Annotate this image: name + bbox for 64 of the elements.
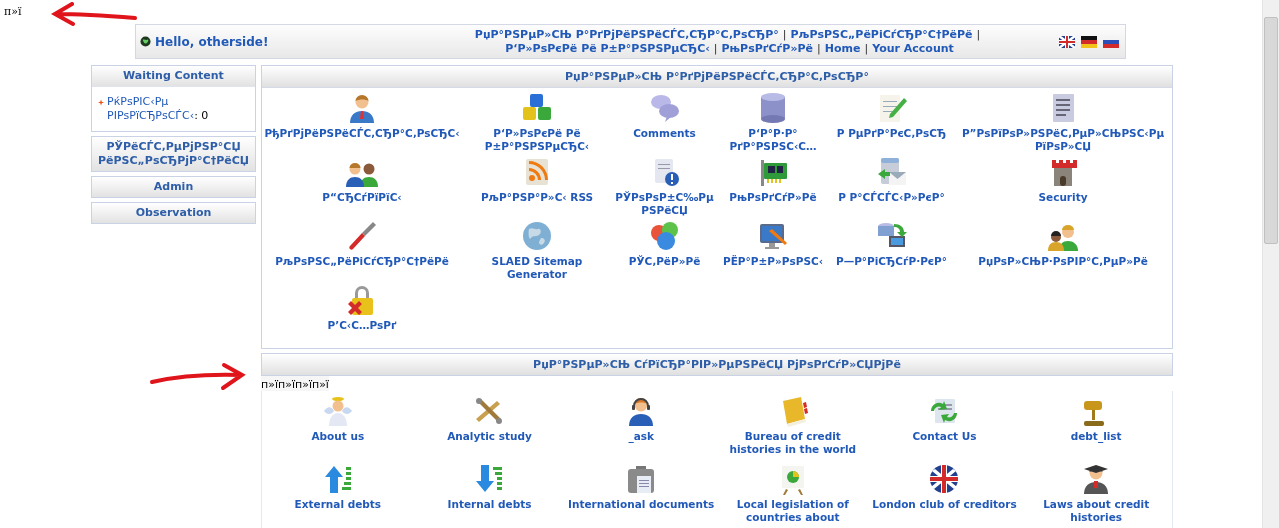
admin-link[interactable]: РњРѕРґСѓР»Рё — [717, 156, 829, 220]
stray-text: п»ї — [3, 4, 22, 20]
admin-link[interactable]: РљРѕРЅС„РёРіСѓСЂР°С†РёРё — [262, 220, 462, 284]
flag-icon[interactable] — [1059, 35, 1075, 48]
admin-link[interactable]: РџРѕР»СЊР·РѕРІР°С‚РµР»Рё — [954, 220, 1172, 284]
block-title: Observation — [92, 203, 255, 223]
speech-bubbles-icon — [648, 92, 681, 124]
block-title: Admin — [92, 177, 255, 197]
admin-link[interactable]: Р‘Р»РѕРєРё Рё Р±Р°РЅРЅРµСЂС‹ — [462, 92, 612, 156]
admin-link[interactable]: Р‘Р°Р·Р° РґР°РЅРЅС‹С… — [717, 92, 829, 156]
admin-link[interactable]: Р”РѕРїРѕР»РЅРёС‚РµР»СЊРЅС‹Рµ РїРѕР»СЏ — [954, 92, 1172, 156]
admin-link[interactable]: Comments — [612, 92, 717, 156]
block-title: РЎРёСЃС‚РµРјРЅР°СЏ РёРЅС„РѕСЂРјР°С†РёСЏ — [92, 137, 255, 171]
separator: | — [817, 41, 821, 55]
screwdriver-icon — [346, 220, 378, 252]
module-link[interactable]: debt_list — [1020, 395, 1172, 463]
scrollbar[interactable] — [1262, 0, 1279, 528]
nav-link[interactable]: Home — [824, 41, 861, 55]
greeting-text: Hello, otherside! — [155, 34, 269, 49]
admin-link[interactable]: РЎС‚РёР»Рё — [612, 220, 717, 284]
separator: | — [976, 27, 981, 41]
separator: | — [713, 41, 718, 55]
nav-link[interactable]: Your Account — [872, 41, 954, 55]
admin-link[interactable]: РђРґРјРёРЅРёСЃС‚СЂР°С‚РѕСЂС‹ — [262, 92, 462, 156]
stray-text: п»їп»їп»їп»ї — [261, 376, 329, 391]
globe-icon — [140, 36, 151, 47]
panel-title: РџР°РЅРµР»СЊ СѓРїСЂР°РІР»РµРЅРёСЏ РјРѕРґСѓР»СЏРјРё — [261, 353, 1173, 376]
admin-link[interactable]: Р Р°СЃСЃС‹Р»РєР° — [829, 156, 954, 220]
admin-link[interactable]: Р—Р°РіСЂСѓР·РєР° — [829, 220, 954, 284]
flag-icon — [928, 463, 961, 495]
colored-circles-icon — [648, 220, 681, 252]
admin-link[interactable]: РљР°РЅР°Р»С‹ RSS — [462, 156, 612, 220]
module-link[interactable]: Local legislation of countries about — [717, 463, 869, 528]
module-link[interactable]: Analytic study — [413, 395, 566, 463]
angel-icon — [321, 395, 354, 427]
scrollbar-thumb[interactable] — [1264, 17, 1278, 244]
separator: | — [864, 41, 869, 55]
module-link[interactable]: Laws about credit histories — [1020, 463, 1172, 528]
globe-icon — [521, 220, 553, 252]
module-link[interactable]: International documents — [565, 463, 717, 528]
module-link[interactable]: Contact Us — [868, 395, 1021, 463]
module-link[interactable]: Internal debts — [413, 463, 566, 528]
block-title: Waiting Content — [92, 66, 255, 86]
nav-link[interactable]: Р‘Р»РѕРєРё Рё Р±Р°РЅРЅРµСЂС‹ — [505, 41, 710, 55]
admin-link[interactable]: Р“СЂСѓРїРїС‹ — [262, 156, 462, 220]
admin-link[interactable]: РЁР°Р±Р»РѕРЅС‹ — [717, 220, 829, 284]
admin-link[interactable]: Р’С‹С…РѕРґ — [262, 284, 462, 348]
nav-link[interactable]: РњРѕРґСѓР»Рё — [721, 41, 814, 55]
module-link[interactable]: London club of creditors — [868, 463, 1021, 528]
waiting-item[interactable]: РќРѕРІС‹Рµ РІРѕРїСЂРѕСЃС‹: 0 — [107, 95, 251, 123]
module-link[interactable]: _ask — [565, 395, 717, 463]
nav-link[interactable]: РљРѕРЅС„РёРіСѓСЂР°С†РёРё — [790, 27, 973, 41]
nav-link[interactable]: РџР°РЅРµР»СЊ Р°РґРјРёРЅРёСЃС‚СЂР°С‚РѕСЂР° — [474, 27, 779, 41]
separator: | — [782, 27, 787, 41]
panel-title: РџР°РЅРµР»СЊ Р°РґРјРёРЅРёСЃС‚СЂР°С‚РѕСЂР° — [262, 66, 1172, 88]
flag-icon[interactable] — [1081, 35, 1097, 48]
admin-link[interactable]: РЎРѕРѕР±С‰РµРЅРёСЏ — [612, 156, 717, 220]
module-link[interactable]: External debts — [262, 463, 414, 528]
bullet-icon — [98, 99, 105, 106]
module-link[interactable]: About us — [262, 395, 414, 463]
admin-link[interactable]: SLAED Sitemap Generator — [462, 220, 612, 284]
admin-link[interactable]: Security — [954, 156, 1172, 220]
admin-link[interactable]: Р РµРґР°РєС‚РѕСЂ — [829, 92, 954, 156]
module-link[interactable]: Bureau of credit histories in the world — [717, 395, 869, 463]
